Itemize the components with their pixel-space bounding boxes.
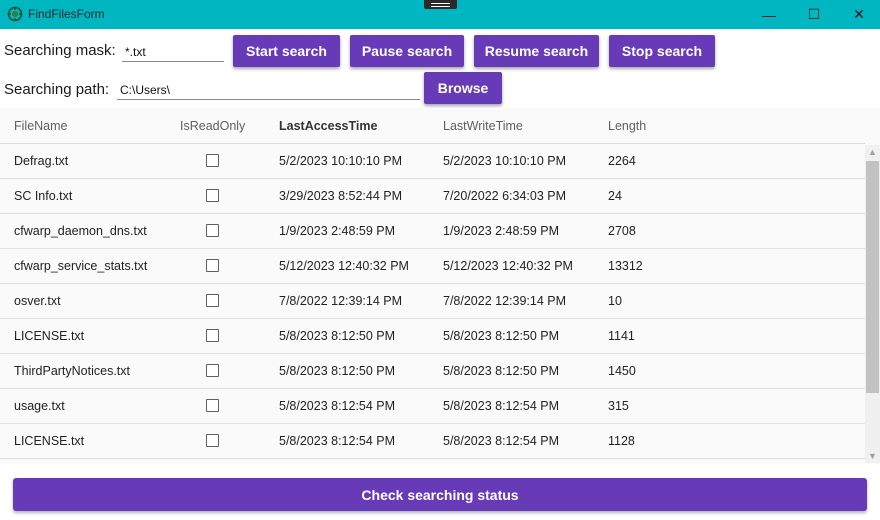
cell-last-write-time: 5/8/2023 8:12:50 PM [443, 329, 560, 343]
column-header-lastwritetime[interactable]: LastWriteTime [443, 119, 523, 133]
minimize-button[interactable]: — [746, 0, 792, 29]
cell-length: 1141 [608, 329, 635, 343]
cell-filename: SC Info.txt [14, 189, 73, 203]
cell-filename: osver.txt [14, 294, 61, 308]
title-bar-grip[interactable] [424, 0, 457, 9]
readonly-checkbox[interactable] [206, 329, 219, 342]
app-icon [7, 6, 23, 22]
cell-last-access-time: 5/8/2023 8:12:54 PM [279, 399, 396, 413]
grid-header: FileName IsReadOnly LastAccessTime LastW… [0, 108, 865, 144]
cell-length: 10 [608, 294, 622, 308]
cell-length: 315 [608, 399, 629, 413]
searching-path-label: Searching path: [4, 81, 110, 98]
readonly-checkbox[interactable] [206, 294, 219, 307]
cell-last-write-time: 5/12/2023 12:40:32 PM [443, 259, 573, 273]
readonly-checkbox[interactable] [206, 259, 219, 272]
scrollbar-thumb[interactable] [866, 161, 879, 393]
scroll-down-arrow-icon[interactable]: ▼ [865, 449, 880, 463]
cell-last-access-time: 1/9/2023 2:48:59 PM [279, 224, 396, 238]
table-row[interactable]: osver.txt 7/8/2022 12:39:14 PM 7/8/2022 12… [0, 284, 865, 319]
cell-filename: Defrag.txt [14, 154, 69, 168]
readonly-checkbox[interactable] [206, 189, 219, 202]
searching-mask-label: Searching mask: [4, 42, 116, 59]
cell-last-write-time: 5/8/2023 8:12:54 PM [443, 434, 560, 448]
resume-search-button[interactable]: Resume search [474, 35, 599, 67]
cell-last-access-time: 5/12/2023 12:40:32 PM [279, 259, 409, 273]
readonly-checkbox[interactable] [206, 224, 219, 237]
cell-last-write-time: 5/8/2023 8:12:54 PM [443, 399, 560, 413]
maximize-button[interactable]: ☐ [791, 0, 837, 29]
title-bar[interactable]: FindFilesForm — ☐ ✕ [0, 0, 880, 29]
cell-length: 2264 [608, 154, 636, 168]
cell-length: 24 [608, 189, 622, 203]
cell-last-write-time: 5/2/2023 10:10:10 PM [443, 154, 567, 168]
table-row[interactable]: SC Info.txt 3/29/2023 8:52:44 PM 7/20/2022… [0, 179, 865, 214]
table-row[interactable]: LICENSE.txt 5/8/2023 8:12:54 PM 5/8/2023 8… [0, 424, 865, 459]
readonly-checkbox[interactable] [206, 434, 219, 447]
close-button[interactable]: ✕ [836, 0, 880, 29]
pause-search-button[interactable]: Pause search [350, 35, 464, 67]
searching-mask-input[interactable] [122, 40, 224, 62]
grid-scrollbar[interactable]: ▲ ▼ [865, 145, 880, 463]
cell-filename: ThirdPartyNotices.txt [14, 364, 131, 378]
cell-last-access-time: 3/29/2023 8:52:44 PM [279, 189, 403, 203]
cell-last-access-time: 5/8/2023 8:12:54 PM [279, 434, 396, 448]
cell-last-access-time: 7/8/2022 12:39:14 PM [279, 294, 403, 308]
start-search-button[interactable]: Start search [233, 35, 340, 67]
cell-last-write-time: 5/8/2023 8:12:50 PM [443, 364, 560, 378]
cell-filename: LICENSE.txt [14, 434, 85, 448]
readonly-checkbox[interactable] [206, 364, 219, 377]
column-header-filename[interactable]: FileName [14, 119, 68, 133]
window-title: FindFilesForm [28, 7, 105, 21]
cell-filename: LICENSE.txt [14, 329, 85, 343]
scroll-up-arrow-icon[interactable]: ▲ [865, 145, 880, 159]
cell-last-write-time: 7/8/2022 12:39:14 PM [443, 294, 567, 308]
cell-filename: usage.txt [14, 399, 65, 413]
readonly-checkbox[interactable] [206, 154, 219, 167]
table-row[interactable]: cfwarp_service_stats.txt 5/12/2023 12:40:… [0, 249, 865, 284]
column-header-isreadonly[interactable]: IsReadOnly [180, 119, 245, 133]
minimize-icon: — [762, 6, 776, 23]
cell-filename: cfwarp_daemon_dns.txt [14, 224, 147, 238]
cell-last-write-time: 1/9/2023 2:48:59 PM [443, 224, 560, 238]
cell-filename: cfwarp_service_stats.txt [14, 259, 148, 273]
cell-length: 1128 [608, 434, 635, 448]
cell-last-access-time: 5/8/2023 8:12:50 PM [279, 329, 396, 343]
table-row[interactable]: usage.txt 5/8/2023 8:12:54 PM 5/8/2023 8:1… [0, 389, 865, 424]
table-row[interactable]: cfwarp_daemon_dns.txt 1/9/2023 2:48:59 PM… [0, 214, 865, 249]
cell-last-write-time: 7/20/2022 6:34:03 PM [443, 189, 567, 203]
cell-last-access-time: 5/2/2023 10:10:10 PM [279, 154, 403, 168]
column-header-length[interactable]: Length [608, 119, 646, 133]
table-row[interactable]: Defrag.txt 5/2/2023 10:10:10 PM 5/2/2023 1… [0, 144, 865, 179]
close-icon: ✕ [853, 6, 865, 22]
maximize-icon: ☐ [807, 6, 821, 22]
table-row[interactable]: LICENSE.txt 5/8/2023 8:12:50 PM 5/8/2023 8… [0, 319, 865, 354]
check-searching-status-button[interactable]: Check searching status [13, 478, 867, 511]
cell-length: 1450 [608, 364, 636, 378]
table-row[interactable]: ThirdPartyNotices.txt 5/8/2023 8:12:50 PM… [0, 354, 865, 389]
files-grid[interactable]: FileName IsReadOnly LastAccessTime LastW… [0, 108, 880, 464]
grid-rows: Defrag.txt 5/2/2023 10:10:10 PM 5/2/2023 1… [0, 144, 865, 459]
stop-search-button[interactable]: Stop search [609, 35, 715, 67]
column-header-lastaccesstime[interactable]: LastAccessTime [279, 119, 377, 133]
searching-path-input[interactable] [117, 78, 420, 100]
cell-length: 13312 [608, 259, 643, 273]
cell-last-access-time: 5/8/2023 8:12:50 PM [279, 364, 396, 378]
browse-button[interactable]: Browse [424, 72, 502, 104]
cell-length: 2708 [608, 224, 636, 238]
readonly-checkbox[interactable] [206, 399, 219, 412]
